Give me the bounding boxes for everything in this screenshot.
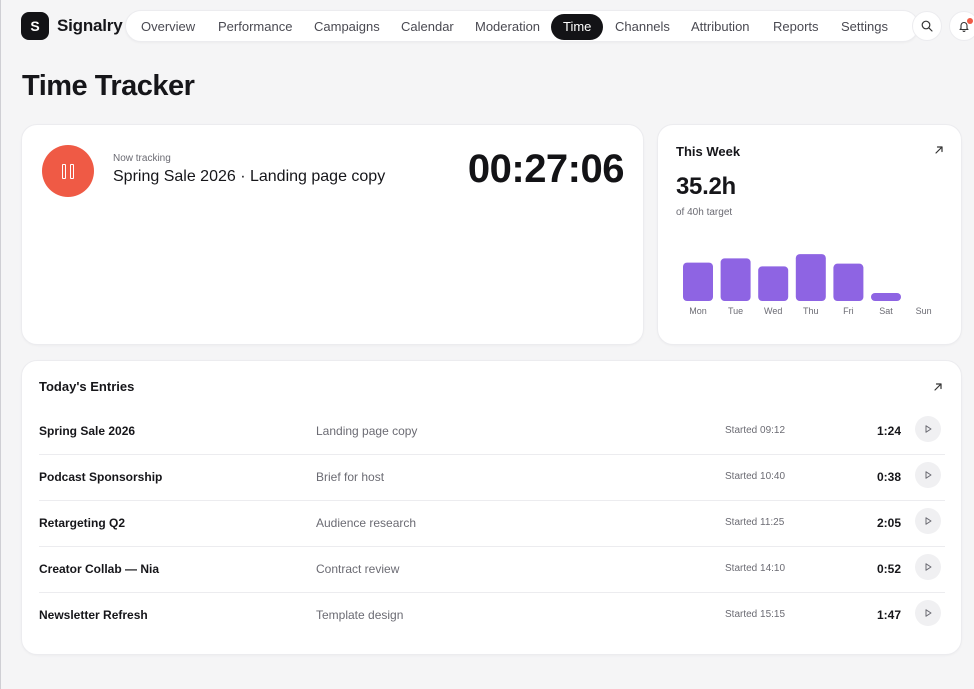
this-week-card: Mon Tue Wed Thu Fri Sat Sun This Week 35.2h of… [657,124,962,345]
tick-label-tue: Tue [728,306,743,316]
brand[interactable]: S Signalry [21,12,123,40]
table-row[interactable]: Creator Collab — Nia Contract review Sta… [39,547,945,593]
resume-button[interactable] [915,600,941,626]
todays-entries-card: Today's Entries Spring Sale 2026 Landing… [21,360,962,655]
entry-start-time: Started 10:40 [725,471,786,482]
bar-wed [758,266,789,301]
entry-duration: 2:05 [876,516,901,530]
tick-label-sat: Sat [879,306,893,316]
play-icon [925,425,932,433]
notification-dot [967,18,973,24]
entry-start-time: Started 11:25 [725,517,785,528]
entry-duration: 0:52 [876,562,901,576]
nav-item-campaigns[interactable]: Campaigns [314,14,380,40]
entry-task: Contract review [316,562,400,576]
bar-fri [833,263,864,301]
notifications-button[interactable] [949,11,974,41]
play-icon [925,517,932,525]
table-row[interactable]: Podcast Sponsorship Brief for host Start… [39,455,945,501]
tracking-label: Now tracking [113,153,171,164]
main-nav: Overview Performance Campaigns Calendar … [125,10,919,42]
week-title: This Week [676,144,741,159]
play-icon [925,563,932,571]
tick-label-wed: Wed [764,306,782,316]
bar-mon [683,262,713,301]
nav-item-reports[interactable]: Reports [773,14,819,40]
entry-start-time: Started 14:10 [725,563,786,574]
tracking-task: Spring Sale 2026 · Landing page copy [113,168,386,185]
tick-label-fri: Fri [843,306,854,316]
nav-item-settings[interactable]: Settings [841,14,888,40]
page-title: Time Tracker [22,70,195,102]
brand-logo: S [21,12,49,40]
entry-task: Brief for host [316,470,385,484]
entry-task: Template design [316,608,404,622]
elapsed-timer: 00:27:06 [467,147,625,191]
entry-task: Audience research [316,516,417,530]
resume-button[interactable] [915,416,941,442]
nav-item-overview[interactable]: Overview [141,14,195,40]
resume-button[interactable] [915,462,941,488]
search-button[interactable] [912,11,942,41]
tick-label-thu: Thu [803,306,819,316]
entries-title: Today's Entries [39,379,135,394]
pause-icon [60,163,76,179]
bar-thu [795,254,826,301]
week-total: 35.2h [676,173,736,200]
bar-sat [871,293,901,301]
nav-item-performance[interactable]: Performance [218,14,292,40]
entry-duration: 1:24 [876,424,901,438]
entry-duration: 1:47 [876,608,901,622]
resume-button[interactable] [915,508,941,534]
search-icon [921,20,933,32]
nav-item-channels[interactable]: Channels [615,14,670,40]
entry-start-time: Started 15:15 [725,609,786,620]
table-row[interactable]: Retargeting Q2 Audience research Started… [39,501,945,547]
week-target: of 40h target [676,207,733,218]
entry-campaign: Creator Collab — Nia [39,562,160,576]
brand-name: Signalry [57,16,123,35]
nav-item-time[interactable]: Time [551,14,604,40]
arrow-up-right-icon[interactable] [933,144,945,156]
tick-label-sun: Sun [916,306,932,316]
table-row[interactable]: Newsletter Refresh Template design Start… [39,593,945,639]
table-row[interactable]: Spring Sale 2026 Landing page copy Start… [39,409,945,455]
play-icon [925,609,932,617]
nav-item-calendar[interactable]: Calendar [401,14,454,40]
nav-item-moderation[interactable]: Moderation [475,14,540,40]
play-icon [925,471,932,479]
arrow-up-right-icon[interactable] [932,381,944,393]
entry-campaign: Retargeting Q2 [39,516,126,530]
entry-duration: 0:38 [876,470,901,484]
current-tracker-card: Now tracking Spring Sale 2026 · Landing … [21,124,644,345]
bar-tue [720,258,751,301]
tick-label-mon: Mon [689,306,707,316]
pause-button[interactable] [42,145,94,197]
resume-button[interactable] [915,554,941,580]
nav-item-attribution[interactable]: Attribution [691,14,750,40]
entry-campaign: Spring Sale 2026 [39,424,136,438]
top-bar: S Signalry Overview Performance Campaign… [21,10,974,42]
entry-campaign: Podcast Sponsorship [39,470,163,484]
entry-task: Landing page copy [316,424,418,438]
entry-start-time: Started 09:12 [725,425,786,436]
entry-campaign: Newsletter Refresh [39,608,148,622]
